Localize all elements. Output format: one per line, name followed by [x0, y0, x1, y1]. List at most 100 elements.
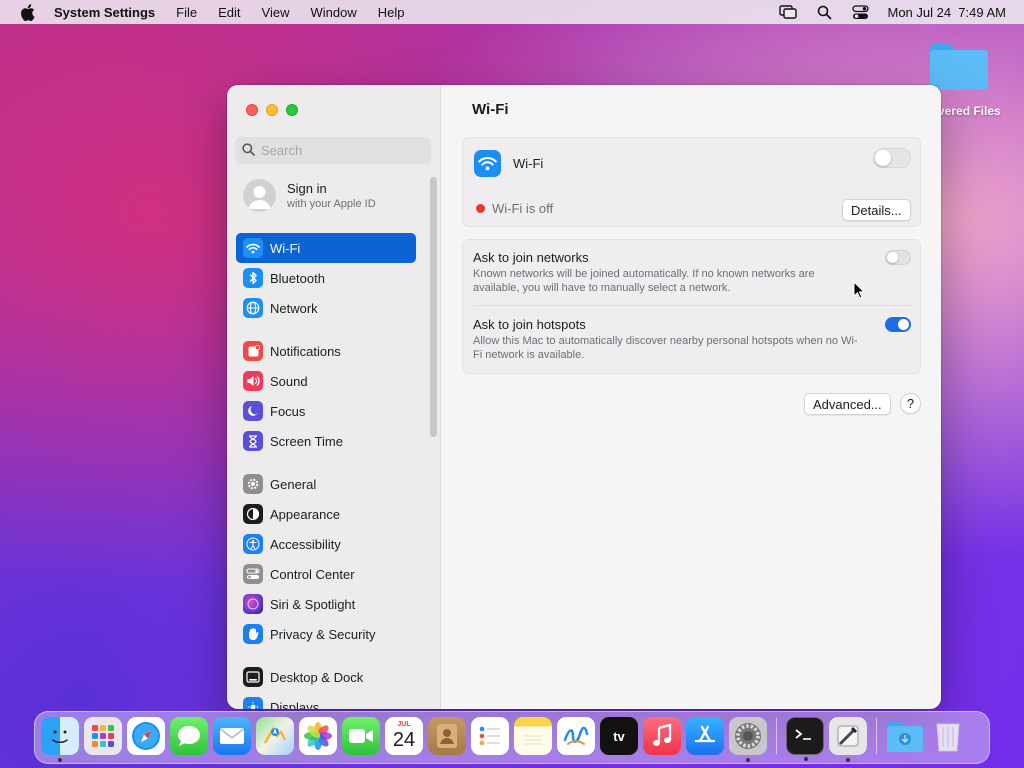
notes-icon[interactable]	[514, 717, 552, 755]
system-settings-icon[interactable]	[729, 717, 767, 762]
sidebar-item-displays[interactable]: Displays	[236, 692, 416, 709]
running-indicator	[58, 758, 62, 762]
sidebar-item-wifi[interactable]: Wi-Fi	[236, 233, 416, 263]
ask-hotspots-toggle[interactable]	[885, 317, 911, 332]
apple-menu-icon[interactable]	[18, 3, 36, 21]
sidebar-nav: Wi-Fi Bluetooth Network Notifications So…	[236, 233, 416, 709]
display-icon	[243, 697, 263, 709]
launchpad-icon[interactable]	[84, 717, 122, 755]
bluetooth-icon	[243, 268, 263, 288]
zoom-button[interactable]	[286, 104, 298, 116]
sidebar-item-focus[interactable]: Focus	[236, 396, 416, 426]
close-button[interactable]	[246, 104, 258, 116]
finder-icon[interactable]	[41, 717, 79, 762]
sidebar-item-label: Screen Time	[270, 433, 343, 449]
apple-id-signin[interactable]: Sign in with your Apple ID	[243, 179, 376, 212]
ask-networks-title: Ask to join networks	[473, 250, 589, 265]
search-input[interactable]	[261, 143, 421, 158]
sidebar-item-label: Control Center	[270, 566, 355, 582]
wifi-settings-pane: Wi-Fi Wi-Fi Wi-Fi is off Details... Ask …	[442, 85, 941, 709]
menu-file[interactable]: File	[176, 5, 197, 20]
minimize-button[interactable]	[266, 104, 278, 116]
running-indicator	[804, 757, 808, 761]
app-store-icon[interactable]	[686, 717, 724, 755]
system-settings-window: Sign in with your Apple ID Wi-Fi Bluetoo…	[227, 85, 941, 709]
sidebar-item-siri-spotlight[interactable]: Siri & Spotlight	[236, 589, 416, 619]
sidebar-item-network[interactable]: Network	[236, 293, 416, 323]
wifi-status: Wi-Fi is off	[476, 201, 553, 216]
sidebar-search[interactable]	[235, 137, 431, 164]
ask-networks-toggle[interactable]	[885, 250, 911, 265]
freeform-icon[interactable]	[557, 717, 595, 755]
reminders-icon[interactable]	[471, 717, 509, 755]
screen-mirroring-icon[interactable]	[779, 4, 798, 20]
sidebar-item-label: Accessibility	[270, 536, 341, 552]
safari-icon[interactable]	[127, 717, 165, 755]
sidebar-item-accessibility[interactable]: Accessibility	[236, 529, 416, 559]
sidebar-item-label: Appearance	[270, 506, 341, 522]
page-title: Wi-Fi	[472, 101, 509, 118]
maps-icon[interactable]	[256, 717, 294, 755]
bell-icon	[243, 341, 263, 361]
dock-separator	[776, 718, 777, 754]
signin-subtitle: with your Apple ID	[287, 198, 376, 210]
speaker-icon	[243, 371, 263, 391]
wifi-toggle[interactable]	[873, 148, 911, 168]
sidebar-item-privacy-security[interactable]: Privacy & Security	[236, 619, 416, 649]
accessibility-icon	[243, 534, 263, 554]
mail-icon[interactable]	[213, 717, 251, 755]
hand-icon	[243, 624, 263, 644]
wifi-status-text: Wi-Fi is off	[492, 201, 554, 216]
calendar-icon[interactable]: JUL 24	[385, 717, 423, 755]
signin-title: Sign in	[287, 181, 327, 196]
photos-icon[interactable]	[299, 717, 337, 755]
sidebar-item-general[interactable]: General	[236, 469, 416, 499]
messages-icon[interactable]	[170, 717, 208, 755]
script-editor-icon[interactable]	[829, 717, 867, 762]
sidebar-item-appearance[interactable]: Appearance	[236, 499, 416, 529]
wifi-icon	[243, 238, 263, 258]
dock: JUL 24 tv	[34, 711, 990, 764]
control-center-icon	[243, 564, 263, 584]
terminal-icon[interactable]	[786, 717, 824, 761]
sidebar-item-desktop-dock[interactable]: Desktop & Dock	[236, 662, 416, 692]
desktop-folder-label[interactable]: vered Files	[938, 104, 1024, 118]
trash-icon[interactable]	[929, 717, 967, 755]
sidebar-item-label: Desktop & Dock	[270, 669, 364, 685]
sidebar-item-bluetooth[interactable]: Bluetooth	[236, 263, 416, 293]
details-button[interactable]: Details...	[842, 199, 911, 221]
app-menu[interactable]: System Settings	[54, 5, 155, 20]
wifi-icon	[474, 150, 501, 177]
downloads-folder-icon[interactable]	[886, 717, 924, 755]
gear-icon	[243, 474, 263, 494]
contacts-icon[interactable]	[428, 717, 466, 755]
wifi-panel: Wi-Fi Wi-Fi is off Details...	[462, 137, 921, 227]
menu-view[interactable]: View	[262, 5, 290, 20]
menubar-clock[interactable]: Mon Jul 24 7:49 AM	[887, 5, 1006, 20]
dock-separator	[876, 718, 877, 754]
menu-help[interactable]: Help	[378, 5, 405, 20]
appearance-icon	[243, 504, 263, 524]
globe-icon	[243, 298, 263, 318]
menu-edit[interactable]: Edit	[218, 5, 240, 20]
sidebar-item-label: Displays	[270, 699, 320, 710]
join-options-panel: Ask to join networks Known networks will…	[462, 239, 921, 374]
menu-window[interactable]: Window	[310, 5, 356, 20]
sidebar-item-sound[interactable]: Sound	[236, 366, 416, 396]
sidebar-item-screen-time[interactable]: Screen Time	[236, 426, 416, 456]
music-icon[interactable]	[643, 717, 681, 755]
status-dot-icon	[476, 204, 485, 213]
help-button[interactable]: ?	[900, 393, 921, 414]
sidebar-item-label: Sound	[270, 373, 308, 389]
control-center-icon[interactable]	[851, 4, 869, 20]
menu-bar: System Settings File Edit View Window He…	[0, 0, 1024, 24]
facetime-icon[interactable]	[342, 717, 380, 755]
ask-hotspots-title: Ask to join hotspots	[473, 317, 586, 332]
sidebar-item-control-center[interactable]: Control Center	[236, 559, 416, 589]
spotlight-search-icon[interactable]	[815, 4, 833, 20]
advanced-button[interactable]: Advanced...	[804, 393, 891, 415]
sidebar: Sign in with your Apple ID Wi-Fi Bluetoo…	[227, 85, 441, 709]
sidebar-item-notifications[interactable]: Notifications	[236, 336, 416, 366]
apple-tv-icon[interactable]: tv	[600, 717, 638, 755]
sidebar-scrollbar[interactable]	[430, 177, 437, 437]
